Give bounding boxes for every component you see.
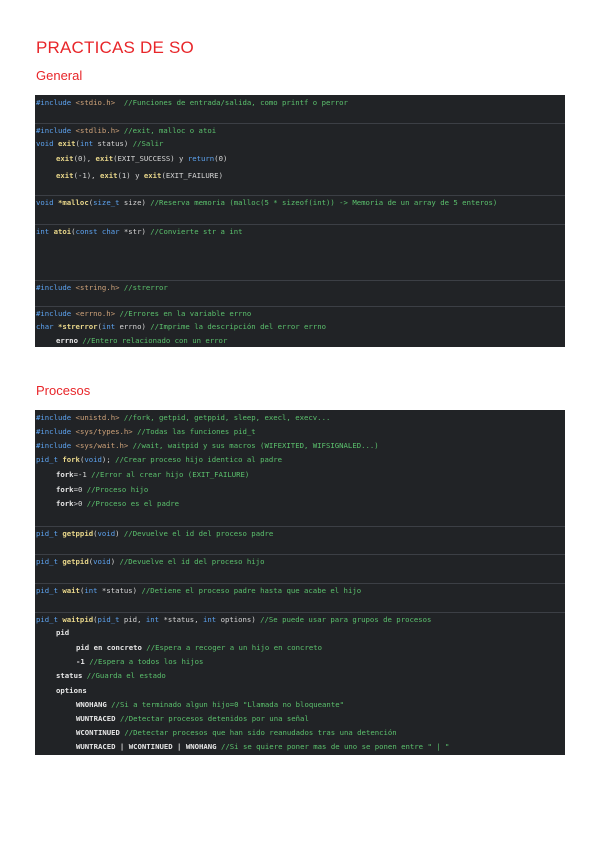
code-line: #include <string.h> //strerror [35,280,565,295]
code-line: options [56,686,87,695]
code-line: WCONTINUED //Detectar procesos que han s… [76,728,397,737]
code-line: pid [56,628,70,637]
code-line: status //Guarda el estado [56,671,166,680]
code-line: exit(0), exit(EXIT_SUCCESS) y return(0) [56,154,228,163]
code-line: exit(-1), exit(1) y exit(EXIT_FAILURE) [56,171,223,180]
code-line: -1 //Espera a todos los hijos [76,657,204,666]
section-heading-general: General [36,68,83,83]
code-block-procesos: #include <unistd.h> //fork, getpid, getp… [35,410,565,755]
code-line: fork>0 //Proceso es el padre [56,499,180,508]
code-line: fork=0 //Proceso hijo [56,485,149,494]
code-line: #include <stdio.h> //Funciones de entrad… [36,98,348,107]
code-line: #include <sys/wait.h> //wait, waitpid y … [36,441,379,450]
code-line: #include <sys/types.h> //Todas las funci… [36,427,256,436]
code-line: int atoi(const char *str) //Convierte st… [35,224,565,239]
code-line: #include <errno.h> //Errores en la varia… [35,306,565,321]
code-line: fork=-1 //Error al crear hijo (EXIT_FAIL… [56,470,250,479]
code-line: WUNTRACED | WCONTINUED | WNOHANG //Si se… [76,742,450,751]
code-line: char *strerror(int errno) //Imprime la d… [36,322,326,331]
section-heading-procesos: Procesos [36,383,91,398]
code-line: #include <stdlib.h> //exit, malloc o ato… [35,123,565,138]
code-line: void exit(int status) //Salir [36,139,164,148]
code-block-general: #include <stdio.h> //Funciones de entrad… [35,95,565,347]
code-line: #include <unistd.h> //fork, getpid, getp… [36,413,331,422]
code-line: pid_t waitpid(pid_t pid, int *status, in… [35,612,565,627]
code-line: void *malloc(size_t size) //Reserva memo… [35,195,565,210]
code-line: pid en concreto //Espera a recoger a un … [76,643,323,652]
code-line: pid_t getppid(void) //Devuelve el id del… [35,526,565,541]
code-line: pid_t wait(int *status) //Detiene el pro… [35,583,565,598]
code-line: errno //Entero relacionado con un error [56,336,228,345]
page-title: PRACTICAS DE SO [36,38,194,57]
code-line: WUNTRACED //Detectar procesos detenidos … [76,714,309,723]
code-line: pid_t fork(void); //Crear proceso hijo i… [36,455,283,464]
code-line: pid_t getpid(void) //Devuelve el id del … [35,554,565,569]
code-line: WNOHANG //Si a terminado algun hijo=0 "L… [76,700,344,709]
